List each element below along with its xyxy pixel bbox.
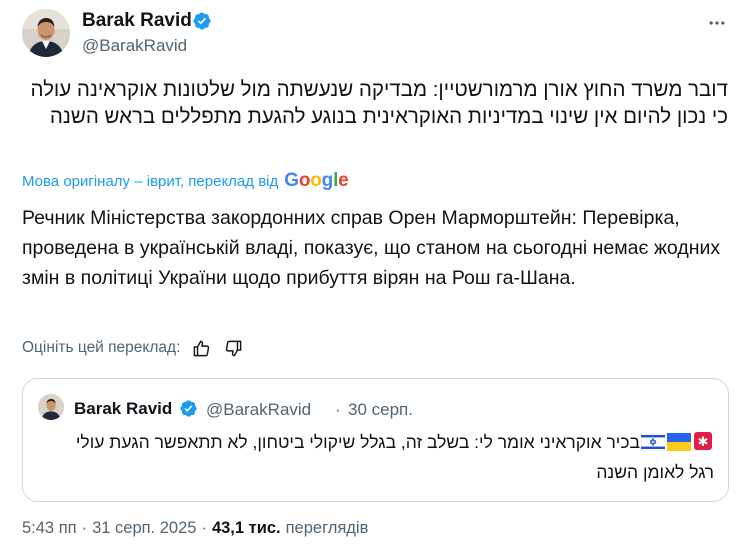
meta-separator: · [81,518,88,537]
ukraine-flag-emoji [667,432,691,459]
views-count[interactable]: 43,1 тис. [212,519,281,538]
quoted-post-text-body: בכיר אוקראיני אומר לי: בשלב זה, בגלל שיק… [75,432,714,482]
quoted-author-avatar[interactable] [38,394,64,420]
verified-badge-icon [192,11,212,31]
author-handle[interactable]: @BarakRavid [82,35,187,57]
siren-emoji: ✱ [693,431,713,459]
quoted-post-text: ✱ בכיר אוקראיני אומר לי: בשלב זה, בגלל שי… [54,429,714,486]
post-meta: 5:43 пп · 31 серп. 2025 · 43,1 тис. пере… [22,517,368,539]
post-time[interactable]: 5:43 пп [22,519,77,538]
post-translated-text: Речник Міністерства закордонних справ Ор… [22,207,721,289]
meta-separator: · [201,518,207,537]
thumbs-down-button[interactable] [222,337,244,359]
quoted-post[interactable]: Barak Ravid @BarakRavid · 30 серп. ✱ בכיר… [22,378,729,502]
more-options-icon [709,21,725,25]
post-original-text: דובר משרד החוץ אורן מרמורשטיין: מבדיקה ש… [30,78,728,128]
post-date[interactable]: 31 серп. 2025 [92,519,196,538]
author-avatar[interactable] [22,9,70,57]
translation-note-text: Мова оригіналу – іврит, переклад від [22,172,279,190]
svg-text:✱: ✱ [698,435,709,450]
verified-badge-icon [179,399,198,418]
rate-translation-label: Оцініть цей переклад: [22,339,181,356]
translation-note[interactable]: Мова оригіналу – іврит, переклад від Goo… [22,170,349,192]
google-logo: Google [284,170,349,191]
thumbs-down-icon [225,340,242,356]
israel-flag-emoji [640,432,666,459]
quoted-separator: · [335,400,341,419]
thumbs-up-icon [193,340,210,356]
quoted-author-name[interactable]: Barak Ravid [74,398,172,420]
quoted-author-handle[interactable]: @BarakRavid [206,399,311,421]
author-name[interactable]: Barak Ravid [82,9,192,33]
more-options-button[interactable] [706,12,728,34]
rate-translation: Оцініть цей переклад: [22,337,244,359]
quoted-date[interactable]: 30 серп. [348,399,413,421]
thumbs-up-button[interactable] [190,337,212,359]
views-label: переглядів [285,518,369,537]
